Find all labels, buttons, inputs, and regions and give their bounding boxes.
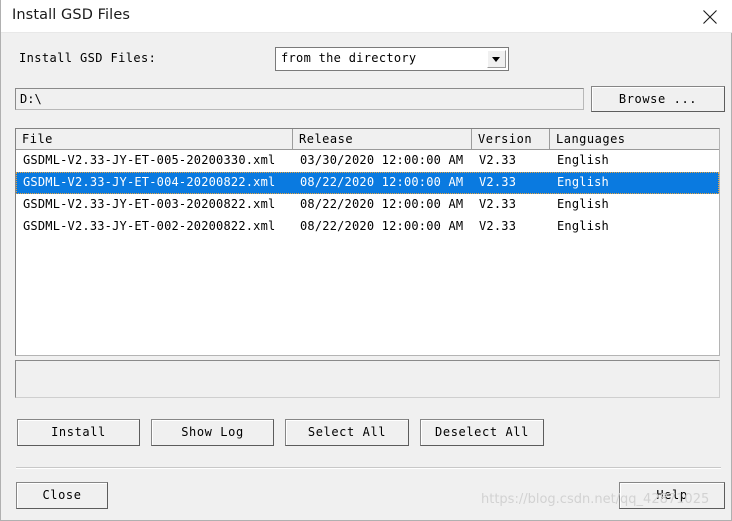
install-source-label: Install GSD Files: [19, 51, 157, 65]
close-button[interactable] [687, 0, 732, 32]
help-button[interactable]: Help [619, 482, 725, 509]
close-dialog-button-label: Close [42, 488, 82, 502]
cell-language: English [557, 153, 609, 167]
show-log-button-label: Show Log [181, 425, 244, 439]
cell-release: 03/30/2020 12:00:00 AM [300, 153, 464, 167]
cell-version: V2.33 [479, 219, 517, 233]
cell-language: English [557, 197, 609, 211]
install-source-select[interactable]: from the directory [275, 47, 509, 71]
help-button-label: Help [656, 488, 688, 502]
cell-language: English [557, 219, 609, 233]
cell-file: GSDML-V2.33-JY-ET-004-20200822.xml [23, 175, 276, 189]
close-icon [703, 10, 717, 24]
cell-version: V2.33 [479, 175, 517, 189]
cell-release: 08/22/2020 12:00:00 AM [300, 175, 464, 189]
gsd-file-list[interactable]: File Release Version Languages GSDML-V2.… [15, 128, 720, 356]
install-gsd-files-dialog: Install GSD Files Install GSD Files: fro… [0, 0, 732, 521]
window-title: Install GSD Files [12, 7, 130, 23]
table-row[interactable]: GSDML-V2.33-JY-ET-003-20200822.xml 08/22… [16, 194, 719, 216]
install-source-value: from the directory [281, 51, 417, 65]
table-row[interactable]: GSDML-V2.33-JY-ET-005-20200330.xml 03/30… [16, 150, 719, 172]
path-input-value: D:\ [20, 92, 42, 106]
browse-button-label: Browse ... [618, 92, 698, 106]
install-button[interactable]: Install [17, 419, 140, 446]
footer-divider [16, 467, 721, 469]
cell-release: 08/22/2020 12:00:00 AM [300, 197, 464, 211]
cell-version: V2.33 [479, 153, 517, 167]
file-list-header: File Release Version Languages [16, 129, 719, 150]
cell-version: V2.33 [479, 197, 517, 211]
column-header-file[interactable]: File [16, 129, 293, 149]
deselect-all-button-label: Deselect All [435, 425, 529, 439]
title-bar: Install GSD Files [1, 0, 732, 33]
column-header-version[interactable]: Version [472, 129, 550, 149]
select-all-button-label: Select All [307, 425, 387, 439]
close-dialog-button[interactable]: Close [16, 482, 108, 509]
cell-release: 08/22/2020 12:00:00 AM [300, 219, 464, 233]
cell-file: GSDML-V2.33-JY-ET-002-20200822.xml [23, 219, 276, 233]
log-output-panel[interactable] [15, 360, 720, 398]
table-row[interactable]: GSDML-V2.33-JY-ET-002-20200822.xml 08/22… [16, 216, 719, 238]
file-list-body: GSDML-V2.33-JY-ET-005-20200330.xml 03/30… [16, 150, 719, 238]
column-header-languages[interactable]: Languages [550, 129, 719, 149]
chevron-down-icon[interactable] [487, 50, 506, 68]
path-input[interactable]: D:\ [15, 88, 584, 110]
deselect-all-button[interactable]: Deselect All [420, 419, 544, 446]
table-row[interactable]: GSDML-V2.33-JY-ET-004-20200822.xml 08/22… [16, 172, 719, 194]
install-button-label: Install [51, 425, 106, 439]
cell-file: GSDML-V2.33-JY-ET-005-20200330.xml [23, 153, 276, 167]
browse-button[interactable]: Browse ... [591, 86, 725, 112]
cell-file: GSDML-V2.33-JY-ET-003-20200822.xml [23, 197, 276, 211]
select-all-button[interactable]: Select All [285, 419, 409, 446]
column-header-release[interactable]: Release [293, 129, 472, 149]
cell-language: English [557, 175, 609, 189]
title-bar-divider [1, 32, 732, 33]
show-log-button[interactable]: Show Log [151, 419, 274, 446]
